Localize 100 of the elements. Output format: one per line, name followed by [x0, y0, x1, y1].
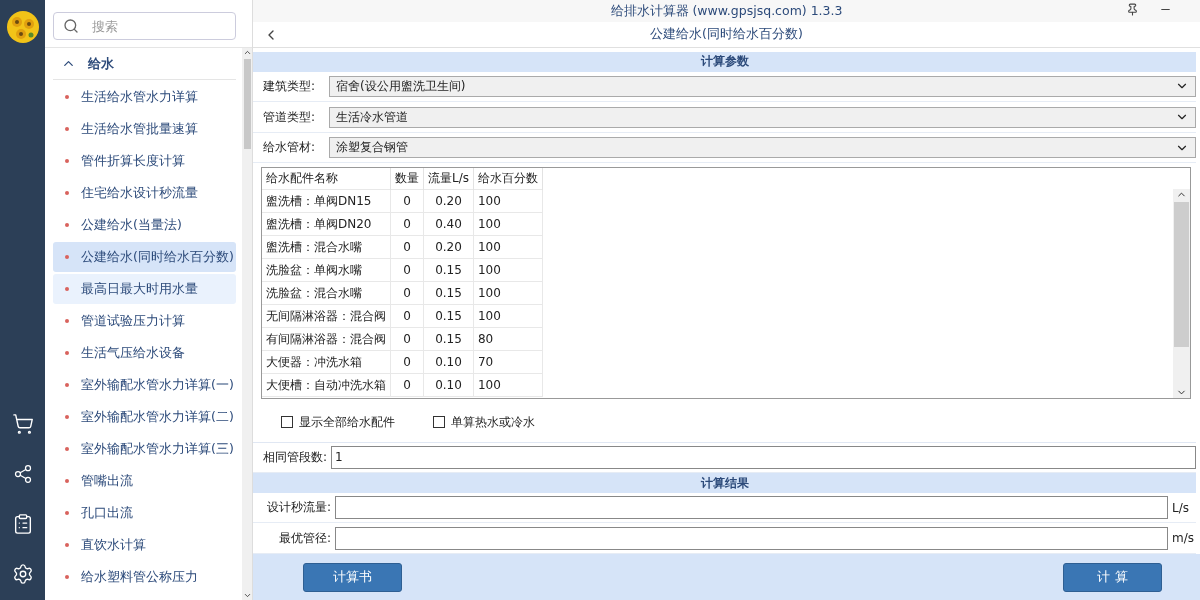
table-cell: 盥洗槽：混合水嘴 — [262, 235, 391, 259]
table-cell: 100 — [473, 304, 543, 328]
table-cell: 大便器：冲洗水箱 — [262, 350, 391, 374]
bullet-icon — [65, 159, 69, 163]
search-icon — [63, 18, 79, 34]
nav-item[interactable]: 生活给水管水力详算 — [53, 82, 236, 112]
table-cell: 0 — [390, 350, 424, 374]
nav-item[interactable]: 公建给水(同时给水百分数) — [53, 242, 236, 272]
nav-item[interactable]: 管道试验压力计算 — [53, 306, 236, 336]
bullet-icon — [65, 383, 69, 387]
nav-item[interactable]: 住宅给水设计秒流量 — [53, 178, 236, 208]
pin-icon[interactable] — [1126, 3, 1139, 16]
nav-item[interactable]: 孔口出流 — [53, 498, 236, 528]
nav-item[interactable]: 室外输配水管水力详算(三) — [53, 434, 236, 464]
table-cell: 有间隔淋浴器：混合阀 — [262, 327, 391, 351]
bullet-icon — [65, 543, 69, 547]
table-cell: 0.10 — [423, 373, 474, 397]
unit-label: L/s — [1172, 500, 1190, 515]
nav-item[interactable]: 给水塑料管公称压力 — [53, 562, 236, 592]
table-cell: 0 — [390, 258, 424, 282]
dropdown[interactable]: 涂塑复合钢管 — [329, 137, 1196, 159]
bullet-icon — [65, 415, 69, 419]
table-cell: 盥洗槽：单阀DN20 — [262, 212, 391, 236]
scrollbar[interactable] — [1173, 189, 1190, 399]
table-cell: 0.20 — [423, 189, 474, 213]
table-cell: 0.15 — [423, 304, 474, 328]
table-cell: 无间隔淋浴器：混合阀 — [262, 304, 391, 328]
action-button[interactable]: 计算书 — [303, 562, 402, 592]
action-button[interactable]: 计 算 — [1063, 562, 1162, 592]
scrollbar-thumb[interactable] — [1174, 202, 1189, 348]
checkbox-option[interactable]: 单算热水或冷水 — [433, 413, 535, 431]
table-cell: 0.20 — [423, 235, 474, 259]
bullet-icon — [65, 511, 69, 515]
logo-icon — [5, 10, 40, 44]
nav-item[interactable]: 管件折算长度计算 — [53, 146, 236, 176]
unit-label: m/s — [1172, 531, 1195, 546]
bullet-icon — [65, 319, 69, 323]
nav-group[interactable]: 给水 — [53, 48, 236, 80]
table-cell: 0 — [390, 327, 424, 351]
bullet-icon — [65, 191, 69, 195]
table-cell: 大便槽：自动冲洗水箱 — [262, 373, 391, 397]
field-label: 建筑类型: — [263, 77, 317, 95]
bullet-icon — [65, 575, 69, 579]
nav-item[interactable]: 公建给水(当量法) — [53, 210, 236, 240]
scrollbar-thumb[interactable] — [243, 59, 251, 149]
table-cell: 100 — [473, 373, 543, 397]
table-cell: 0.15 — [423, 327, 474, 351]
nav-group-label: 给水 — [88, 54, 114, 73]
table-cell: 0.40 — [423, 212, 474, 236]
bullet-icon — [65, 95, 69, 99]
column-header[interactable]: 给水配件名称 — [262, 168, 391, 190]
nav-item[interactable]: 直饮水计算 — [53, 530, 236, 560]
table-cell: 100 — [473, 189, 543, 213]
dropdown[interactable]: 生活冷水管道 — [329, 106, 1196, 128]
bullet-icon — [65, 287, 69, 291]
table-cell: 0.15 — [423, 281, 474, 305]
table-cell: 100 — [473, 212, 543, 236]
table-cell: 盥洗槽：单阀DN15 — [262, 189, 391, 213]
table-cell: 0 — [390, 373, 424, 397]
bullet-icon — [65, 223, 69, 227]
cart-icon[interactable] — [10, 412, 35, 436]
column-header[interactable]: 流量L/s — [423, 168, 474, 190]
column-header[interactable]: 给水百分数 — [473, 168, 543, 190]
bullet-icon — [65, 127, 69, 131]
section-header: 计算结果 — [253, 473, 1196, 493]
nav-item[interactable]: 生活气压给水设备 — [53, 338, 236, 368]
field-label: 最优管径: — [277, 529, 331, 547]
nav-item[interactable]: 室外输配水管水力详算(二) — [53, 402, 236, 432]
input-field[interactable]: 1 — [331, 445, 1196, 469]
table-cell: 洗脸盆：混合水嘴 — [262, 281, 391, 305]
checkbox[interactable] — [433, 416, 445, 429]
column-header[interactable]: 数量 — [390, 168, 424, 190]
scroll-up-icon[interactable] — [242, 48, 252, 57]
table-cell: 0 — [390, 212, 424, 236]
nav-item[interactable]: 室外输配水管水力详算(一) — [53, 370, 236, 400]
nav-item[interactable]: 最高日最大时用水量 — [53, 274, 236, 304]
bullet-icon — [65, 479, 69, 483]
window-title: 给排水计算器 (www.gpsjsq.com) 1.3.3 — [610, 2, 843, 20]
table-cell: 0 — [390, 189, 424, 213]
section-header: 计算参数 — [253, 52, 1196, 72]
scrollbar[interactable] — [242, 48, 252, 600]
table-cell: 80 — [473, 327, 543, 351]
nav-item[interactable]: 生活给水管批量速算 — [53, 114, 236, 144]
field-label: 管道类型: — [263, 108, 317, 126]
scroll-down-icon[interactable] — [242, 591, 252, 600]
input-field[interactable] — [335, 526, 1168, 550]
table-cell: 0.15 — [423, 258, 474, 282]
table-cell: 洗脸盆：单阀水嘴 — [262, 258, 391, 282]
input-field[interactable] — [335, 496, 1168, 520]
bullet-icon — [65, 255, 69, 259]
dropdown[interactable]: 宿舍(设公用盥洗卫生间) — [329, 75, 1196, 97]
nav-item[interactable]: 管嘴出流 — [53, 466, 236, 496]
checkbox-option[interactable]: 显示全部给水配件 — [281, 413, 395, 431]
field-label: 给水管材: — [263, 139, 317, 157]
table-cell: 70 — [473, 350, 543, 374]
bullet-icon — [65, 447, 69, 451]
checkbox[interactable] — [281, 416, 293, 429]
table-cell: 100 — [473, 281, 543, 305]
field-label: 相同管段数: — [263, 448, 328, 466]
search-field[interactable]: 搜索 — [53, 12, 236, 40]
